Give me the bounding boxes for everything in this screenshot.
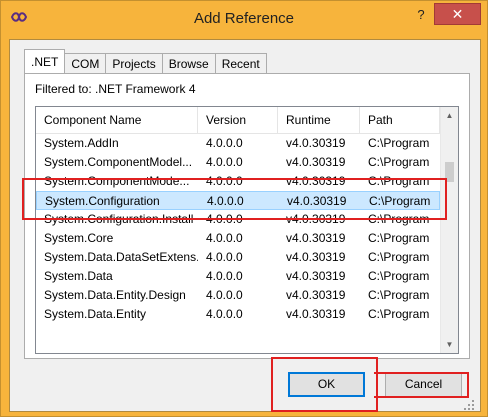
cell-version: 4.0.0.0 (206, 269, 243, 283)
cell-runtime: v4.0.30319 (286, 212, 346, 226)
cell-path: C:\Program (368, 269, 430, 283)
table-row[interactable]: System.Data.Entity.Design 4.0.0.0 v4.0.303… (36, 286, 440, 305)
cell-path: C:\Program (368, 288, 430, 302)
table-row[interactable]: System.AddIn 4.0.0.0 v4.0.30319 C:\Program (36, 134, 440, 153)
table-row[interactable]: System.Data 4.0.0.0 v4.0.30319 C:\Program (36, 267, 440, 286)
cell-path (360, 324, 440, 343)
cell-component-name: System.Data.DataSetExtens... (44, 250, 198, 264)
cell-version: 4.0.0.0 (206, 231, 243, 245)
table-row[interactable]: System.Configuration.Install 4.0.0.0 v4.0.… (36, 210, 440, 229)
scroll-up-arrow-icon[interactable]: ▲ (441, 107, 458, 124)
cell-runtime: v4.0.30319 (286, 155, 346, 169)
table-row[interactable]: System.ComponentMode... 4.0.0.0 v4.0.30319… (36, 172, 440, 191)
cell-runtime: v4.0.30319 (286, 307, 346, 321)
ok-button[interactable]: OK (288, 372, 365, 397)
cell-path: C:\Program (369, 194, 431, 208)
cell-runtime: v4.0.30319 (287, 194, 347, 208)
cell-runtime: v4.0.30319 (286, 174, 346, 188)
tab-recent[interactable]: Recent (214, 53, 267, 74)
cell-path: C:\Program (368, 136, 430, 150)
table-row[interactable]: System.Core 4.0.0.0 v4.0.30319 C:\Program (36, 229, 440, 248)
cell-runtime: v4.0.30319 (286, 136, 346, 150)
vertical-scrollbar[interactable]: ▲ ▼ (440, 107, 458, 353)
cell-component-name: System.AddIn (44, 136, 119, 150)
tab-strip: .NET COM Projects Browse Recent (24, 49, 267, 74)
tab-browse[interactable]: Browse (161, 53, 216, 74)
cell-runtime: v4.0.30319 (286, 250, 346, 264)
cell-version: 4.0.0.0 (207, 194, 244, 208)
cell-component-name (36, 324, 198, 343)
column-header-version[interactable]: Version (198, 107, 278, 133)
tab-projects[interactable]: Projects (105, 53, 163, 74)
cell-path: C:\Program (368, 174, 430, 188)
scroll-thumb[interactable] (445, 162, 454, 182)
cell-runtime: v4.0.30319 (286, 288, 346, 302)
table-row[interactable] (36, 324, 440, 343)
cell-component-name: System.Configuration (45, 194, 160, 208)
help-button[interactable]: ? (414, 7, 428, 22)
scroll-down-arrow-icon[interactable]: ▼ (441, 336, 458, 353)
cell-component-name: System.ComponentModel... (44, 155, 193, 169)
cell-runtime: v4.0.30319 (286, 231, 346, 245)
filter-label: Filtered to: .NET Framework 4 (35, 82, 196, 96)
table-row[interactable]: System.Data.Entity 4.0.0.0 v4.0.30319 C:\Pr… (36, 305, 440, 324)
cell-version (198, 324, 278, 343)
resize-grip-icon[interactable] (463, 399, 475, 411)
add-reference-dialog: Add Reference ? ✕ .NET COM Projects Brow… (0, 0, 488, 417)
cell-version: 4.0.0.0 (206, 174, 243, 188)
cell-component-name: System.ComponentMode... (44, 174, 190, 188)
cell-version: 4.0.0.0 (206, 136, 243, 150)
cell-component-name: System.Data.Entity (44, 307, 147, 321)
cell-version: 4.0.0.0 (206, 288, 243, 302)
cell-path: C:\Program (368, 250, 430, 264)
cell-runtime (278, 324, 360, 343)
cancel-button[interactable]: Cancel (385, 372, 462, 397)
title-bar[interactable]: Add Reference ? ✕ (1, 1, 487, 39)
table-row[interactable]: System.Data.DataSetExtens... 4.0.0.0 v4.0.… (36, 248, 440, 267)
cell-component-name: System.Configuration.Install (44, 212, 194, 226)
close-button[interactable]: ✕ (434, 3, 481, 25)
cell-version: 4.0.0.0 (206, 250, 243, 264)
cell-component-name: System.Data (44, 269, 113, 283)
cell-runtime: v4.0.30319 (286, 269, 346, 283)
dotnet-tab-panel: Filtered to: .NET Framework 4 Component … (24, 73, 470, 359)
list-header: Component Name Version Runtime Path (36, 107, 440, 134)
cell-version: 4.0.0.0 (206, 155, 243, 169)
tab-dotnet[interactable]: .NET (24, 49, 66, 73)
dialog-client-area: .NET COM Projects Browse Recent Filtered… (9, 39, 481, 412)
cell-version: 4.0.0.0 (206, 307, 243, 321)
list-rows: System.AddIn 4.0.0.0 v4.0.30319 C:\Program S… (36, 134, 440, 343)
cell-version: 4.0.0.0 (206, 212, 243, 226)
cell-path: C:\Program (368, 155, 430, 169)
tab-com[interactable]: COM (64, 53, 107, 74)
column-header-path[interactable]: Path (360, 107, 440, 133)
cell-component-name: System.Core (44, 231, 114, 245)
table-row[interactable]: System.ComponentModel... 4.0.0.0 v4.0.3031… (36, 153, 440, 172)
column-header-component-name[interactable]: Component Name (36, 107, 198, 133)
cell-path: C:\Program (368, 231, 430, 245)
component-list[interactable]: Component Name Version Runtime Path Syst… (35, 106, 459, 354)
cell-path: C:\Program (368, 307, 430, 321)
cell-component-name: System.Data.Entity.Design (44, 288, 186, 302)
table-row-selected[interactable]: System.Configuration 4.0.0.0 v4.0.30319 C:\… (36, 191, 440, 210)
cell-path: C:\Program (368, 212, 430, 226)
column-header-runtime[interactable]: Runtime (278, 107, 360, 133)
